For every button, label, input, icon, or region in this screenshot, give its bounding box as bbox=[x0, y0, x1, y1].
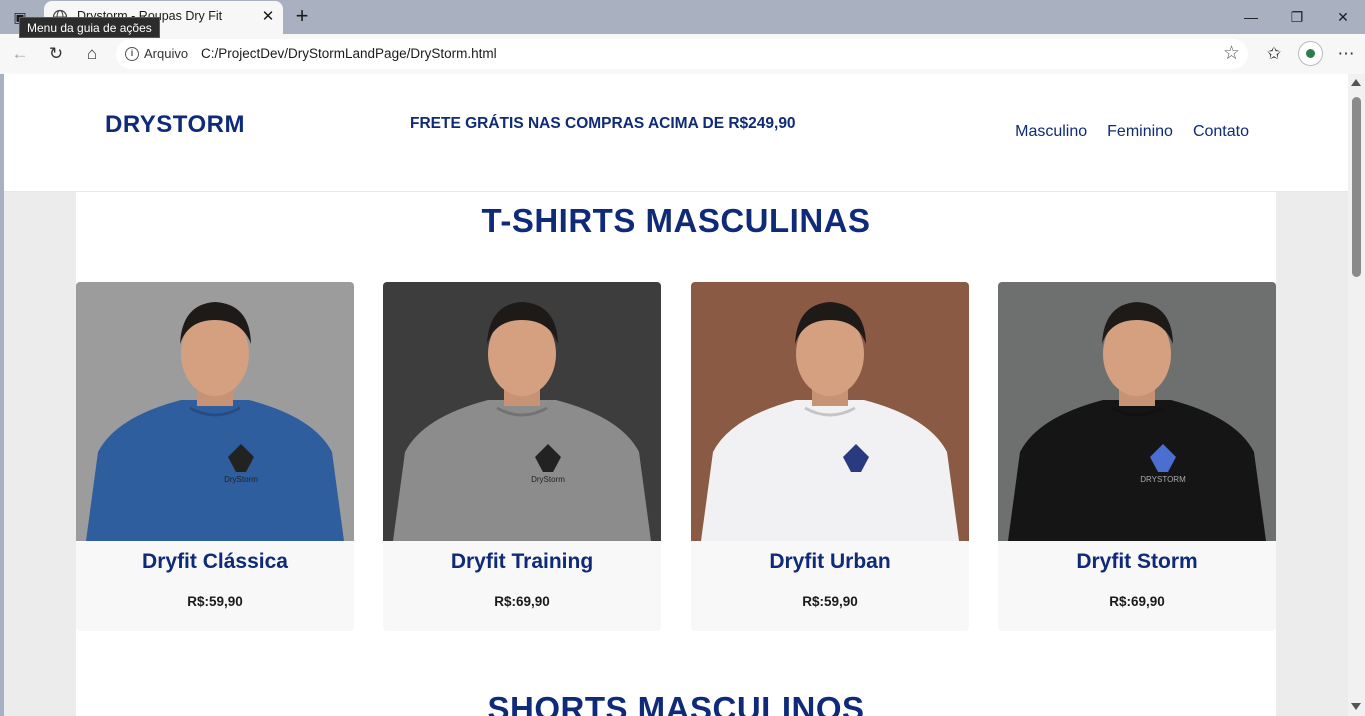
product-price: R$:69,90 bbox=[1109, 594, 1165, 609]
browser-toolbar: ← ↻ ⌂ i Arquivo C:/ProjectDev/DryStormLa… bbox=[0, 34, 1365, 74]
product-name: Dryfit Clássica bbox=[142, 550, 288, 573]
reload-button[interactable]: ↻ bbox=[44, 42, 68, 66]
product-photo bbox=[691, 282, 969, 541]
product-price: R$:59,90 bbox=[802, 594, 858, 609]
info-icon[interactable]: i bbox=[125, 47, 139, 61]
address-bar[interactable]: i Arquivo C:/ProjectDev/DryStormLandPage… bbox=[116, 39, 1248, 69]
favorites-icon[interactable]: ✩ bbox=[1262, 42, 1286, 66]
product-name: Dryfit Training bbox=[450, 550, 594, 573]
close-tab-icon[interactable]: ✕ bbox=[258, 7, 278, 27]
promo-banner: FRETE GRÁTIS NAS COMPRAS ACIMA DE R$249,… bbox=[410, 115, 796, 132]
product-card[interactable]: DryStorm Dryfit Clássica R$:59,90 bbox=[76, 282, 354, 631]
browser-titlebar: ▣ Drystorm - Roupas Dry Fit ✕ Menu da gu… bbox=[0, 0, 1365, 38]
svg-text:DryStorm: DryStorm bbox=[531, 475, 565, 484]
page-scrollbar[interactable] bbox=[1348, 74, 1365, 716]
product-photo: DryStorm bbox=[76, 282, 354, 541]
product-photo: DRYSTORM bbox=[998, 282, 1276, 541]
minimize-button[interactable]: — bbox=[1236, 6, 1266, 28]
product-photo: DryStorm bbox=[383, 282, 661, 541]
back-button[interactable]: ← bbox=[8, 42, 32, 66]
product-card[interactable]: DryStorm Dryfit Training R$:69,90 bbox=[383, 282, 661, 631]
tooltip: Menu da guia de ações bbox=[19, 17, 160, 38]
product-price: R$:59,90 bbox=[187, 594, 243, 609]
close-window-button[interactable]: ✕ bbox=[1328, 6, 1358, 28]
site-header: DRYSTORM FRETE GRÁTIS NAS COMPRAS ACIMA … bbox=[4, 74, 1348, 192]
main-nav: Masculino Feminino Contato bbox=[1015, 123, 1249, 141]
nav-feminino[interactable]: Feminino bbox=[1107, 123, 1173, 141]
svg-text:DryStorm: DryStorm bbox=[224, 475, 258, 484]
new-tab-button[interactable]: + bbox=[290, 5, 314, 29]
scroll-up-icon[interactable] bbox=[1351, 79, 1361, 86]
products-content: T-SHIRTS MASCULINAS DryStorm Dryfit Clás… bbox=[76, 192, 1276, 716]
product-name: Dryfit Urban bbox=[769, 550, 891, 573]
section-title-tshirts: T-SHIRTS MASCULINAS bbox=[481, 202, 871, 239]
address-scheme: Arquivo bbox=[144, 46, 189, 61]
restore-button[interactable]: ❐ bbox=[1282, 6, 1312, 28]
scroll-down-icon[interactable] bbox=[1351, 703, 1361, 710]
product-name: Dryfit Storm bbox=[1076, 550, 1198, 573]
section-title-shorts: SHORTS MASCULINOS bbox=[487, 690, 865, 716]
address-url[interactable]: C:/ProjectDev/DryStormLandPage/DryStorm.… bbox=[201, 46, 497, 61]
page-viewport: DRYSTORM FRETE GRÁTIS NAS COMPRAS ACIMA … bbox=[4, 74, 1348, 716]
svg-text:DRYSTORM: DRYSTORM bbox=[1140, 475, 1186, 484]
product-card[interactable]: DRYSTORM Dryfit Storm R$:69,90 bbox=[998, 282, 1276, 631]
profile-avatar[interactable] bbox=[1298, 41, 1323, 66]
site-logo[interactable]: DRYSTORM bbox=[105, 111, 245, 139]
home-button[interactable]: ⌂ bbox=[80, 42, 104, 66]
product-card[interactable]: Dryfit Urban R$:59,90 bbox=[691, 282, 969, 631]
product-price: R$:69,90 bbox=[494, 594, 550, 609]
scroll-thumb[interactable] bbox=[1352, 97, 1361, 277]
more-options-icon[interactable]: ⋯ bbox=[1334, 42, 1358, 66]
favorite-star-icon[interactable]: ☆ bbox=[1223, 42, 1240, 65]
nav-contato[interactable]: Contato bbox=[1193, 123, 1249, 141]
nav-masculino[interactable]: Masculino bbox=[1015, 123, 1087, 141]
